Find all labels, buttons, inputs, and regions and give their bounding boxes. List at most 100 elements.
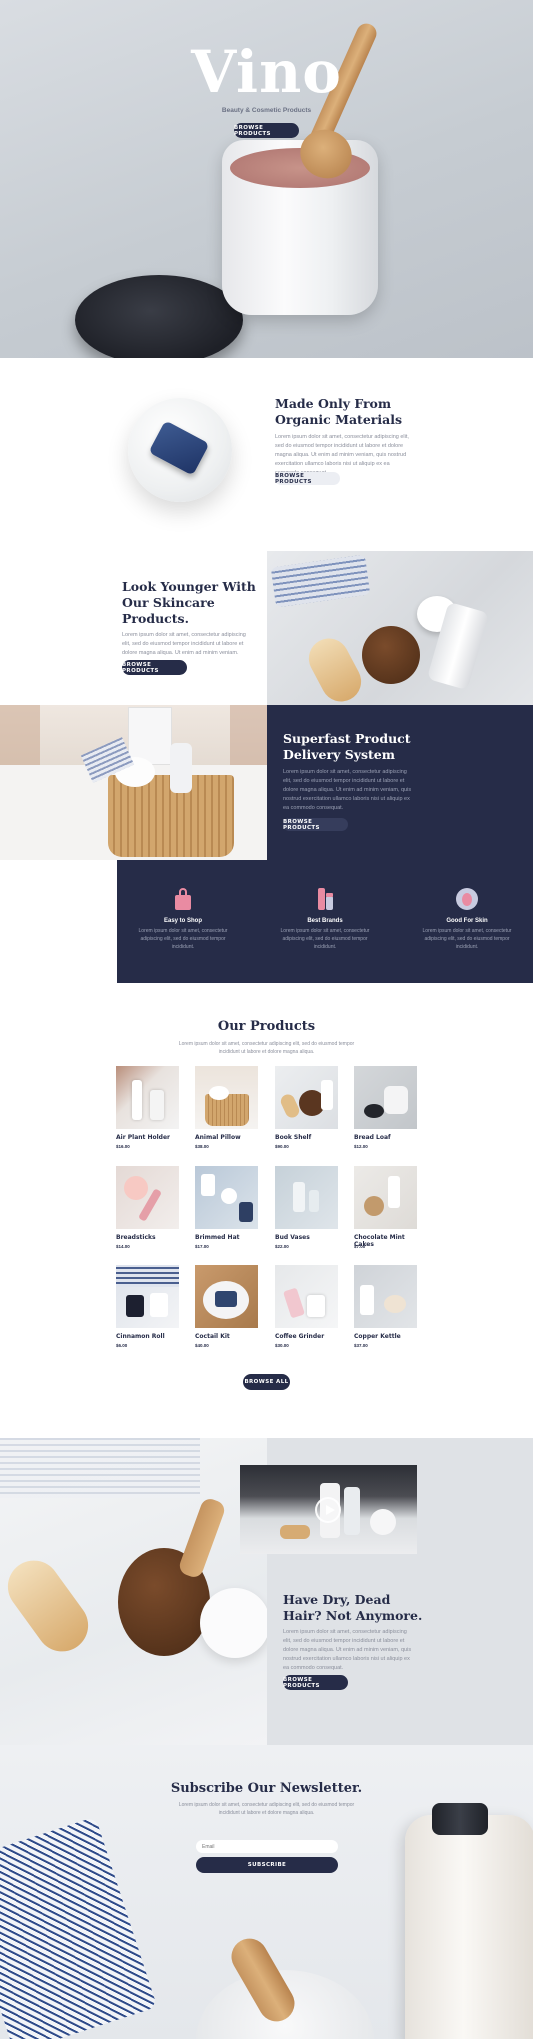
- hero-tagline: Beauty & Cosmetic Products: [221, 107, 312, 114]
- email-field[interactable]: [196, 1840, 338, 1853]
- shopping-bag-icon: [173, 888, 193, 910]
- product-card[interactable]: Chocolate Mint Cakes $7.00: [354, 1166, 417, 1254]
- product-price: $17.00: [195, 1244, 209, 1249]
- towel-image: [0, 1816, 158, 2039]
- product-image[interactable]: [195, 1066, 258, 1129]
- product-image[interactable]: [195, 1166, 258, 1229]
- organic-title-line2: Organic Materials: [275, 412, 402, 427]
- feature-title: Best Brands: [307, 918, 343, 924]
- newsletter-section: Subscribe Our Newsletter. Lorem ipsum do…: [0, 1745, 533, 2039]
- product-name[interactable]: Bud Vases: [275, 1234, 310, 1241]
- organic-title: Made Only From Organic Materials: [275, 396, 402, 428]
- subscribe-button[interactable]: Subscribe: [196, 1857, 338, 1873]
- product-image[interactable]: [275, 1066, 338, 1129]
- face-icon: [456, 888, 478, 910]
- product-card[interactable]: Brimmed Hat $17.00: [195, 1166, 258, 1254]
- product-name[interactable]: Book Shelf: [275, 1134, 311, 1141]
- products-subtitle: Lorem ipsum dolor sit amet, consectetur …: [178, 1041, 355, 1055]
- feature-easy-to-shop: Easy to Shop Lorem ipsum dolor sit amet,…: [135, 888, 231, 951]
- product-price: $90.00: [275, 1144, 289, 1149]
- feature-body: Lorem ipsum dolor sit amet, consectetur …: [280, 928, 370, 950]
- younger-section: Look Younger With Our Skincare Products.…: [0, 551, 533, 705]
- bottle-cap: [432, 1803, 488, 1835]
- product-image[interactable]: [116, 1265, 179, 1328]
- hair-title-line1: Have Dry, Dead: [283, 1592, 391, 1607]
- product-price: $14.00: [116, 1244, 130, 1249]
- basket-image: [0, 705, 267, 860]
- product-image[interactable]: [275, 1265, 338, 1328]
- younger-browse-button[interactable]: Browse Products: [122, 660, 187, 675]
- delivery-section: Superfast Product Delivery System Lorem …: [0, 705, 533, 860]
- newsletter-title: Subscribe Our Newsletter.: [170, 1781, 363, 1796]
- product-name[interactable]: Cinnamon Roll: [116, 1333, 165, 1340]
- products-title: Our Products: [217, 1019, 316, 1034]
- hero-section: Vino Beauty & Cosmetic Products Browse P…: [0, 0, 533, 358]
- brand-title: Vino: [191, 38, 342, 106]
- feature-title: Easy to Shop: [163, 918, 202, 924]
- product-price: $22.00: [275, 1244, 289, 1249]
- product-card[interactable]: Air Plant Holder $16.00: [116, 1066, 179, 1154]
- product-image[interactable]: [116, 1166, 179, 1229]
- product-name[interactable]: Bread Loaf: [354, 1134, 391, 1141]
- hair-body: Lorem ipsum dolor sit amet, consectetur …: [283, 1629, 412, 1671]
- product-price: $40.00: [195, 1343, 209, 1348]
- younger-body: Lorem ipsum dolor sit amet, consectetur …: [122, 632, 246, 656]
- product-card[interactable]: Bread Loaf $12.00: [354, 1066, 417, 1154]
- feature-body: Lorem ipsum dolor sit amet, consectetur …: [138, 928, 228, 950]
- product-name[interactable]: Air Plant Holder: [116, 1134, 170, 1141]
- product-card[interactable]: Animal Pillow $38.00: [195, 1066, 258, 1154]
- delivery-title-line2: Delivery System: [283, 747, 395, 762]
- product-name[interactable]: Animal Pillow: [195, 1134, 241, 1141]
- hero-browse-button[interactable]: Browse Products: [234, 123, 299, 138]
- features-section: Easy to Shop Lorem ipsum dolor sit amet,…: [117, 860, 533, 983]
- product-card[interactable]: Cinnamon Roll $6.00: [116, 1265, 179, 1353]
- jar-lid-image: [75, 275, 243, 358]
- product-card[interactable]: Coffee Grinder $30.00: [275, 1265, 338, 1353]
- product-image[interactable]: [354, 1166, 417, 1229]
- younger-title-line1: Look Younger With: [122, 579, 256, 594]
- delivery-body: Lorem ipsum dolor sit amet, consectetur …: [283, 769, 412, 811]
- product-image[interactable]: [195, 1265, 258, 1328]
- product-image[interactable]: [275, 1166, 338, 1229]
- newsletter-body: Lorem ipsum dolor sit amet, consectetur …: [178, 1802, 355, 1816]
- product-name[interactable]: Copper Kettle: [354, 1333, 401, 1340]
- feature-best-brands: Best Brands Lorem ipsum dolor sit amet, …: [277, 888, 373, 951]
- product-card[interactable]: Coctail Kit $40.00: [195, 1265, 258, 1353]
- product-card[interactable]: Bud Vases $22.00: [275, 1166, 338, 1254]
- product-price: $7.00: [354, 1244, 366, 1249]
- browse-all-button[interactable]: Browse All: [243, 1374, 290, 1390]
- delivery-title: Superfast Product Delivery System: [283, 731, 411, 763]
- product-card[interactable]: Copper Kettle $37.00: [354, 1265, 417, 1353]
- brush-mirror-image: [0, 1438, 267, 1745]
- play-button-icon[interactable]: [315, 1497, 341, 1523]
- hair-section: Have Dry, Dead Hair? Not Anymore. Lorem …: [0, 1438, 533, 1745]
- delivery-title-line1: Superfast Product: [283, 731, 411, 746]
- younger-title-line3: Products.: [122, 611, 189, 626]
- video-thumbnail[interactable]: [240, 1465, 417, 1554]
- younger-title: Look Younger With Our Skincare Products.: [122, 579, 256, 627]
- product-image[interactable]: [354, 1265, 417, 1328]
- product-image[interactable]: [116, 1066, 179, 1129]
- product-price: $37.00: [354, 1343, 368, 1348]
- hair-browse-button[interactable]: Browse Products: [283, 1675, 348, 1690]
- organic-section: Made Only From Organic Materials Lorem i…: [0, 358, 533, 551]
- younger-title-line2: Our Skincare: [122, 595, 215, 610]
- hair-title: Have Dry, Dead Hair? Not Anymore.: [283, 1592, 422, 1624]
- hair-title-line2: Hair? Not Anymore.: [283, 1608, 423, 1623]
- feature-good-for-skin: Good For Skin Lorem ipsum dolor sit amet…: [419, 888, 515, 951]
- organic-title-line1: Made Only From: [275, 396, 392, 411]
- cosmetics-icon: [314, 888, 336, 910]
- product-price: $16.00: [116, 1144, 130, 1149]
- product-name[interactable]: Breadsticks: [116, 1234, 156, 1241]
- delivery-browse-button[interactable]: Browse Products: [283, 818, 348, 831]
- product-image[interactable]: [354, 1066, 417, 1129]
- product-card[interactable]: Book Shelf $90.00: [275, 1066, 338, 1154]
- products-section: Our Products Lorem ipsum dolor sit amet,…: [0, 983, 533, 1438]
- product-price: $12.00: [354, 1144, 368, 1149]
- product-card[interactable]: Breadsticks $14.00: [116, 1166, 179, 1254]
- feature-title: Good For Skin: [446, 918, 488, 924]
- product-name[interactable]: Coctail Kit: [195, 1333, 230, 1340]
- product-name[interactable]: Coffee Grinder: [275, 1333, 324, 1340]
- organic-browse-button[interactable]: Browse Products: [275, 472, 340, 485]
- product-name[interactable]: Brimmed Hat: [195, 1234, 239, 1241]
